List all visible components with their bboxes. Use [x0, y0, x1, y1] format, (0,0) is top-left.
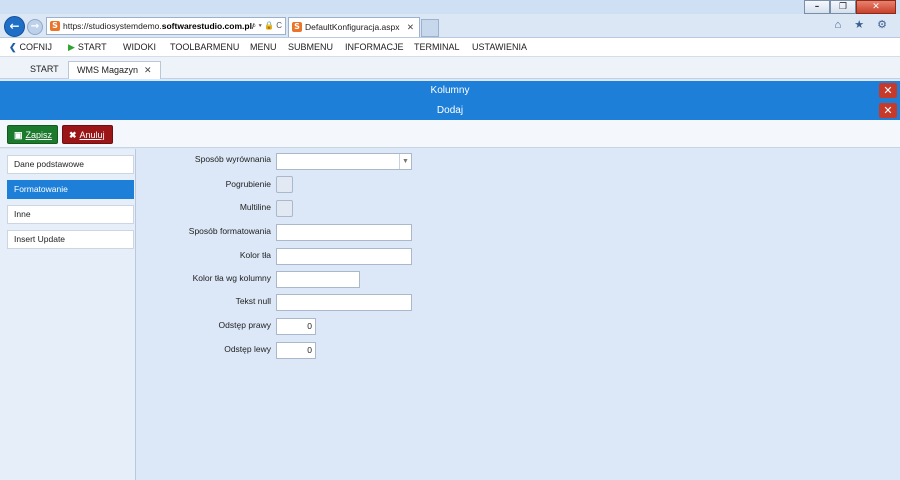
bold-checkbox[interactable] [276, 176, 293, 193]
right-gap-input[interactable]: 0 [276, 318, 316, 335]
url-field[interactable]: S https://studiosystemdemo.softwarestudi… [46, 17, 286, 35]
cancel-label: Anuluj [79, 130, 105, 140]
x-icon: ✖ [69, 130, 77, 140]
browser-tab[interactable]: S DefaultKonfiguracja.aspx ✕ [288, 17, 420, 37]
multiline-checkbox[interactable] [276, 200, 293, 217]
new-tab-button[interactable] [421, 19, 439, 37]
tab-close-icon[interactable]: ✕ [407, 18, 414, 36]
format-input[interactable] [276, 224, 412, 241]
bold-label: Pogrubienie [225, 179, 271, 189]
action-toolbar: ▣ Zapisz ✖ Anuluj [0, 120, 900, 148]
floppy-disk-icon: ▣ [14, 130, 23, 140]
browser-forward-icon[interactable]: → [27, 19, 43, 35]
tab-favicon-icon: S [292, 22, 302, 32]
browser-address-bar: ← → S https://studiosystemdemo.softwares… [0, 14, 900, 38]
browser-back-icon[interactable]: ← [4, 16, 25, 37]
left-gap-label: Odstęp lewy [224, 344, 271, 354]
form-panel: Sposób wyrównania ▼ Pogrubienie Multilin… [137, 149, 900, 480]
bgcolor-column-label: Kolor tła wg kolumny [192, 273, 271, 283]
dodaj-title: Dodaj [436, 105, 464, 116]
bgcolor-input[interactable] [276, 248, 412, 265]
play-icon: ▶ [68, 42, 75, 52]
menu-item-terminal[interactable]: TERMINAL [414, 38, 460, 57]
close-kolumny-icon[interactable]: ✕ [879, 83, 897, 98]
maximize-button[interactable]: ❐ [830, 0, 856, 14]
alignment-label: Sposób wyrównania [194, 154, 271, 164]
save-label: Zapisz [25, 130, 53, 140]
minimize-button[interactable]: – [804, 0, 830, 14]
text-null-label: Tekst null [235, 296, 271, 306]
browser-tab-title: DefaultKonfiguracja.aspx [305, 22, 400, 32]
section-sidebar: Dane podstawowe Formatowanie Inne Insert… [0, 149, 136, 480]
menu-back-label: COFNIJ [19, 42, 53, 52]
close-tab-icon[interactable]: ✕ [144, 65, 152, 75]
url-prefix: https://studiosystemdemo. [63, 21, 162, 31]
multiline-label: Multiline [239, 202, 271, 212]
format-label: Sposób formatowania [188, 226, 271, 236]
tab-wms-magazyn[interactable]: WMS Magazyn ✕ [68, 61, 161, 79]
text-null-input[interactable] [276, 294, 412, 311]
save-button[interactable]: ▣ Zapisz [7, 125, 58, 144]
tab-wms-magazyn-label: WMS Magazyn [77, 65, 139, 75]
cancel-button[interactable]: ✖ Anuluj [62, 125, 113, 144]
menu-item-widoki[interactable]: WIDOKI [123, 38, 156, 57]
page-tabs: START WMS Magazyn ✕ [0, 57, 900, 79]
bgcolor-label: Kolor tła [239, 250, 271, 260]
left-gap-input[interactable]: 0 [276, 342, 316, 359]
close-dodaj-icon[interactable]: ✕ [879, 103, 897, 118]
kolumny-title: Kolumny [430, 85, 470, 96]
menu-start[interactable]: ▶ START [68, 38, 107, 57]
site-favicon-icon: S [50, 21, 60, 31]
menu-item-toolbarmenu[interactable]: TOOLBARMENU [170, 38, 239, 57]
menu-back[interactable]: ❮ COFNIJ [9, 38, 52, 57]
browser-tools-icons[interactable]: ⌂ ★ ⚙ [835, 18, 892, 31]
chevron-down-icon[interactable]: ▼ [399, 154, 411, 169]
alignment-select[interactable]: ▼ [276, 153, 412, 170]
close-window-button[interactable]: ✕ [856, 0, 896, 14]
right-gap-label: Odstęp prawy [218, 320, 271, 330]
url-domain: softwarestudio.com.pl [161, 21, 252, 31]
window-caption: – ❐ ✕ [0, 0, 900, 14]
kolumny-header: Kolumny ✕ [0, 81, 900, 101]
chevron-left-icon: ❮ [9, 42, 17, 52]
dodaj-header: Dodaj ✕ [0, 101, 900, 121]
menu-item-ustawienia[interactable]: USTAWIENIA [472, 38, 527, 57]
bgcolor-column-input[interactable] [276, 271, 360, 288]
menu-item-informacje[interactable]: INFORMACJE [345, 38, 404, 57]
menu-item-submenu[interactable]: SUBMENU [288, 38, 333, 57]
tab-start[interactable]: START [22, 61, 67, 79]
menu-item-menu[interactable]: MENU [250, 38, 277, 57]
app-menu-bar: ❮ COFNIJ ▶ START WIDOKI TOOLBARMENU MENU S… [0, 38, 900, 57]
menu-start-label: START [77, 42, 107, 52]
url-tools-icons[interactable]: ⌕ ▾ 🔒 C [252, 18, 282, 34]
